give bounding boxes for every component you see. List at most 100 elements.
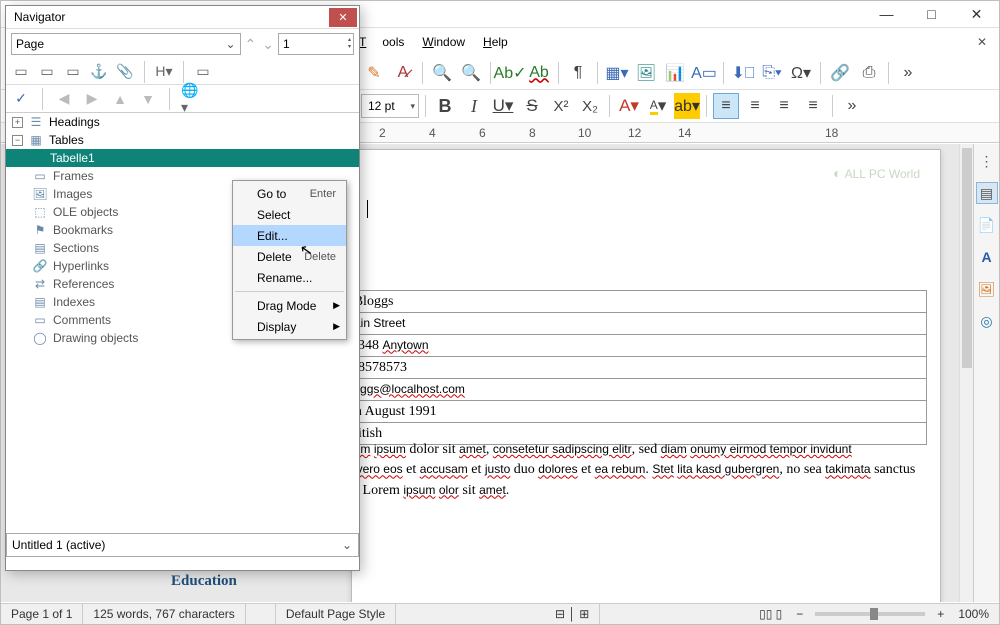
move-down-icon[interactable]: ▼ (138, 89, 158, 109)
table-cell[interactable]: 58348 Anytown (338, 335, 927, 357)
tree-tables[interactable]: −▦Tables (6, 131, 359, 149)
ctx-rename[interactable]: Rename... (233, 267, 346, 288)
styles-panel-icon[interactable]: A (976, 246, 998, 268)
underline-button[interactable]: U▾ (490, 93, 516, 119)
hyperlink-icon[interactable]: 🔗 (827, 60, 853, 86)
content-view-icon[interactable]: ▭ (11, 62, 31, 82)
autospell-icon[interactable]: Ab (526, 60, 552, 86)
reminder-icon[interactable]: 📎 (115, 62, 135, 82)
insert-image-icon[interactable]: 🖼 (633, 60, 659, 86)
tree-headings[interactable]: +☰Headings (6, 113, 359, 131)
ctx-dragmode[interactable]: Drag Mode▶ (233, 295, 346, 316)
gallery-panel-icon[interactable]: 🖼 (976, 278, 998, 300)
properties-panel-icon[interactable]: ▤ (976, 182, 998, 204)
page-panel-icon[interactable]: 📄 (976, 214, 998, 236)
char-highlight-button[interactable]: A▾ (645, 93, 671, 119)
fontsize-dropdown[interactable]: 12 pt (361, 94, 419, 118)
more-icon[interactable]: » (895, 60, 921, 86)
footer-icon[interactable]: ▭ (63, 62, 83, 82)
table-cell[interactable]: bloggs@localhost.com (338, 379, 927, 401)
status-pagestyle[interactable]: Default Page Style (276, 604, 396, 624)
menu-tools[interactable]: Tools (351, 31, 412, 53)
insert-textbox-icon[interactable]: A▭ (691, 60, 717, 86)
minimize-button[interactable]: — (864, 1, 909, 28)
status-book-icon[interactable]: ▯▯ ▯ (749, 604, 792, 624)
heading-levels-icon[interactable]: H▾ (154, 62, 174, 82)
table-cell[interactable]: 5th August 1991 (338, 401, 927, 423)
footnote-icon[interactable]: ⎙ (856, 60, 882, 86)
close-button[interactable]: ✕ (954, 1, 999, 28)
insert-chart-icon[interactable]: 📊 (662, 60, 688, 86)
demote-icon[interactable]: ▶ (82, 89, 102, 109)
table-cell[interactable]: e Bloggs (338, 291, 927, 313)
navigation-mode-dropdown[interactable]: Page (11, 33, 241, 55)
header-icon[interactable]: ▭ (37, 62, 57, 82)
more-format-icon[interactable]: » (839, 93, 865, 119)
status-zoom[interactable]: 100% (948, 604, 999, 624)
brush-icon[interactable]: ✎ (361, 60, 387, 86)
document-table[interactable]: e Bloggs Main Street 58348 Anytown 20857… (337, 290, 927, 445)
bold-button[interactable]: B (432, 93, 458, 119)
page[interactable]: ◐ ALL PC World e Bloggs Main Street 5834… (351, 149, 941, 602)
ctx-goto[interactable]: Go toEnter (233, 183, 346, 204)
find-icon[interactable]: 🔍 (429, 60, 455, 86)
align-center-button[interactable]: ≡ (742, 93, 768, 119)
zoom-in-button[interactable]: + (933, 607, 948, 621)
italic-button[interactable]: I (461, 93, 487, 119)
ctx-display[interactable]: Display▶ (233, 316, 346, 337)
toggle-master-icon[interactable]: ✓ (11, 89, 31, 109)
nav-next-icon[interactable]: ⌄ (260, 36, 276, 53)
watermark: ◐ ALL PC World (833, 165, 920, 181)
spellcheck-icon[interactable]: Ab✓ (497, 60, 523, 86)
navigator-toolbar-3: ✓ ◀ ▶ ▲ ▼ 🌐▾ (6, 85, 359, 113)
navigator-close-button[interactable]: ✕ (329, 8, 357, 27)
find-replace-icon[interactable]: 🔍 (458, 60, 484, 86)
zoom-slider[interactable] (815, 612, 925, 616)
sidebar-settings-icon[interactable]: ⋮ (976, 150, 998, 172)
insert-table-icon[interactable]: ▦▾ (604, 60, 630, 86)
special-char-icon[interactable]: Ω▾ (788, 60, 814, 86)
vertical-scrollbar[interactable] (959, 144, 973, 602)
ctx-edit[interactable]: Edit... (233, 225, 346, 246)
anchor-icon[interactable]: ⚓ (89, 62, 109, 82)
status-wordcount[interactable]: 125 words, 767 characters (83, 604, 245, 624)
drag-mode-icon[interactable]: 🌐▾ (181, 89, 201, 109)
navigator-panel-icon[interactable]: ◎ (976, 310, 998, 332)
paragraph[interactable]: orem ipsum dolor sit amet, consetetur sa… (343, 440, 923, 501)
superscript-button[interactable]: X² (548, 93, 574, 119)
strike-button[interactable]: S (519, 93, 545, 119)
ctx-delete[interactable]: DeleteDelete (233, 246, 346, 267)
tree-tabelle1[interactable]: Tabelle1 (6, 149, 359, 167)
menu-help[interactable]: Help (475, 31, 516, 53)
table-cell[interactable]: 208578573 (338, 357, 927, 379)
formatting-marks-icon[interactable]: ¶ (565, 60, 591, 86)
nav-prev-icon[interactable]: ⌃ (243, 36, 259, 53)
active-document-dropdown[interactable]: Untitled 1 (active) (6, 533, 359, 557)
maximize-button[interactable]: □ (909, 1, 954, 28)
status-page[interactable]: Page 1 of 1 (1, 604, 83, 624)
listbox-icon[interactable]: ▭ (193, 62, 213, 82)
table-cell[interactable]: Main Street (338, 313, 927, 335)
align-left-button[interactable]: ≡ (713, 93, 739, 119)
scrollbar-thumb[interactable] (962, 148, 972, 368)
page-break-icon[interactable]: ⬇⎕ (730, 60, 756, 86)
font-color-button[interactable]: A▾ (616, 93, 642, 119)
subscript-button[interactable]: X₂ (577, 93, 603, 119)
page-number-spinner[interactable]: 1 (278, 33, 354, 55)
move-up-icon[interactable]: ▲ (110, 89, 130, 109)
highlight-button[interactable]: ab▾ (674, 93, 700, 119)
menu-close-doc[interactable]: ✕ (969, 31, 999, 53)
align-justify-button[interactable]: ≡ (800, 93, 826, 119)
globe-icon: ◐ (833, 165, 841, 181)
navigator-titlebar[interactable]: Navigator ✕ (6, 6, 359, 29)
insert-field-icon[interactable]: ⎘▾ (759, 60, 785, 86)
clear-format-icon[interactable]: A̷ (390, 60, 416, 86)
menu-window[interactable]: Window (414, 31, 473, 53)
zoom-handle[interactable] (870, 608, 878, 620)
status-view-icon[interactable]: ⊟ │ ⊞ (545, 604, 600, 624)
zoom-out-button[interactable]: − (792, 607, 807, 621)
align-right-button[interactable]: ≡ (771, 93, 797, 119)
drawing-icon: ◯ (32, 331, 48, 345)
ctx-select[interactable]: Select (233, 204, 346, 225)
promote-icon[interactable]: ◀ (54, 89, 74, 109)
